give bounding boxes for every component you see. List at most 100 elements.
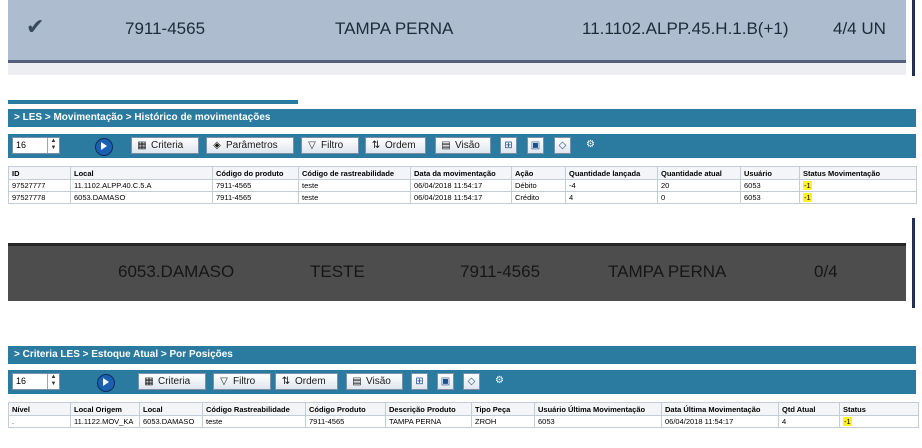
column-header[interactable]: Data da movimentação: [410, 166, 512, 180]
code-icon[interactable]: ◇: [463, 373, 480, 390]
ordem-button[interactable]: ⇅ Ordem: [275, 373, 338, 390]
criteria-button[interactable]: ▦ Criteria: [131, 137, 199, 154]
banner-description: TAMPA PERNA: [335, 19, 454, 38]
stock-positions-window: > Criteria LES > Estoque Atual > Por Pos…: [8, 337, 919, 445]
status-highlight: -1: [803, 193, 812, 202]
cell-user: 6053: [740, 179, 800, 192]
column-header[interactable]: Código Produto: [305, 402, 386, 416]
column-header[interactable]: Código Rastreabilidade: [202, 402, 306, 416]
dark-banner-description: TAMPA PERNA: [608, 262, 727, 281]
column-header[interactable]: Local: [70, 166, 213, 180]
cell-last-user: 6053: [534, 415, 662, 428]
cell-level: .: [8, 415, 71, 428]
criteria-icon: ▦: [137, 140, 147, 151]
column-header[interactable]: Tipo Peça: [471, 402, 535, 416]
movement-history-window: > LES > Movimentação > Histórico de movi…: [8, 100, 917, 216]
spinner-value: 16: [16, 140, 27, 150]
cell-part-type: ZROH: [471, 415, 535, 428]
dark-banner-location: 6053.DAMASO: [118, 262, 235, 281]
cell-origin: 11.1122.MOV_KA: [70, 415, 140, 428]
view-icon: ▤: [441, 140, 451, 151]
cell-qty-current: 0: [657, 191, 741, 204]
code-icon[interactable]: ◇: [554, 137, 571, 154]
column-header[interactable]: Usuário Última Movimentação: [534, 402, 662, 416]
settings-icon[interactable]: ⚙: [582, 137, 599, 154]
column-header[interactable]: Código de rastreabilidade: [298, 166, 411, 180]
export-icon[interactable]: ⊞: [411, 373, 428, 390]
column-header[interactable]: Código do produto: [212, 166, 299, 180]
cell-date: 06/04/2018 11:54:17: [410, 191, 512, 204]
cell-last-date: 06/04/2018 11:54:17: [661, 415, 779, 428]
settings-icon[interactable]: ⚙: [491, 373, 508, 390]
filter-icon: ▽: [308, 140, 316, 151]
visao-button[interactable]: ▤ Visão: [346, 373, 403, 390]
table-header-row: ID Local Código do produto Código de ras…: [8, 166, 917, 180]
filtro-button[interactable]: ▽ Filtro: [213, 373, 271, 390]
criteria-label: Criteria: [158, 376, 191, 387]
spinner-arrows-icon[interactable]: ▲ ▼: [47, 374, 59, 389]
right-edge-bar: [912, 218, 915, 308]
ordem-button[interactable]: ⇅ Ordem: [365, 137, 426, 154]
column-header[interactable]: Quantidade lançada: [565, 166, 658, 180]
cell-action: Crédito: [511, 191, 566, 204]
column-header[interactable]: Data Última Movimentação: [661, 402, 779, 416]
table-row[interactable]: . 11.1122.MOV_KA 6053.DAMASO teste 7911-…: [8, 415, 919, 428]
column-header[interactable]: Descrição Produto: [385, 402, 472, 416]
save-icon[interactable]: ▣: [437, 373, 454, 390]
export-icon[interactable]: ⊞: [500, 137, 517, 154]
cell-product-code: 7911-4565: [212, 191, 299, 204]
page-size-spinner[interactable]: 16 ▲ ▼: [12, 373, 60, 390]
criteria-icon: ▦: [144, 376, 154, 387]
parametros-button[interactable]: ◈ Parâmetros: [206, 137, 294, 154]
column-header[interactable]: Local: [139, 402, 203, 416]
cell-product-code: 7911-4565: [305, 415, 386, 428]
view-icon: ▤: [352, 376, 362, 387]
column-header[interactable]: Nível: [8, 402, 71, 416]
column-header[interactable]: Ação: [511, 166, 566, 180]
table-row[interactable]: 97527777 11.1102.ALPP.40.C.5.A 7911-4565…: [8, 179, 917, 192]
column-header[interactable]: Status Movimentação: [799, 166, 917, 180]
column-header[interactable]: Local Origem: [70, 402, 140, 416]
page-size-spinner[interactable]: 16 ▲ ▼: [12, 137, 60, 154]
banner-top-footer: [8, 63, 906, 75]
run-button[interactable]: [92, 136, 114, 156]
toolbar: 16 ▲ ▼ ▦ Criteria ▽ Filtro ⇅ Ordem ▤ Visão ⊞ …: [8, 370, 916, 394]
column-header[interactable]: Usuário: [740, 166, 800, 180]
cell-qty-posted: -4: [565, 179, 658, 192]
cell-description: TAMPA PERNA: [385, 415, 472, 428]
dark-banner-quantity: 0/4: [814, 262, 838, 281]
scan-banner-dark: 6053.DAMASO TESTE 7911-4565 TAMPA PERNA …: [8, 243, 906, 301]
column-header[interactable]: Qtd Atual: [778, 402, 840, 416]
column-header[interactable]: ID: [8, 166, 71, 180]
scan-banner-top: ✔ 7911-4565 TAMPA PERNA 11.1102.ALPP.45.…: [8, 0, 906, 63]
dark-banner-tracking: TESTE: [310, 262, 365, 281]
filter-icon: ▽: [220, 376, 228, 387]
visao-label: Visão: [366, 376, 391, 387]
stock-table: Nível Local Origem Local Código Rastreab…: [8, 402, 919, 428]
filtro-button[interactable]: ▽ Filtro: [301, 137, 359, 154]
parameters-icon: ◈: [213, 140, 221, 151]
ordem-label: Ordem: [385, 140, 416, 151]
sort-icon: ⇅: [371, 140, 381, 151]
cell-status: -1: [799, 179, 917, 192]
table-row[interactable]: 97527778 6053.DAMASO 7911-4565 teste 06/…: [8, 191, 917, 204]
criteria-button[interactable]: ▦ Criteria: [138, 373, 206, 390]
visao-button[interactable]: ▤ Visão: [435, 137, 491, 154]
cell-local: 11.1102.ALPP.40.C.5.A: [70, 179, 213, 192]
column-header[interactable]: Status: [839, 402, 919, 416]
cell-status: -1: [799, 191, 917, 204]
run-button[interactable]: [94, 372, 116, 392]
column-header[interactable]: Quantidade atual: [657, 166, 741, 180]
movement-table: ID Local Código do produto Código de ras…: [8, 166, 917, 204]
status-highlight: -1: [803, 181, 812, 190]
dark-banner-product-code: 7911-4565: [460, 262, 541, 281]
save-icon[interactable]: ▣: [527, 137, 544, 154]
toolbar: 16 ▲ ▼ ▦ Criteria ◈ Parâmetros ▽ Filtro ⇅ Ord…: [8, 134, 916, 158]
banner-quantity: 4/4 UN: [833, 19, 886, 38]
cell-user: 6053: [740, 191, 800, 204]
spinner-arrows-icon[interactable]: ▲ ▼: [47, 138, 59, 153]
cell-tracking-code: teste: [298, 191, 411, 204]
right-edge-bar: [912, 0, 915, 76]
cell-qty: 4: [778, 415, 840, 428]
cell-date: 06/04/2018 11:54:17: [410, 179, 512, 192]
